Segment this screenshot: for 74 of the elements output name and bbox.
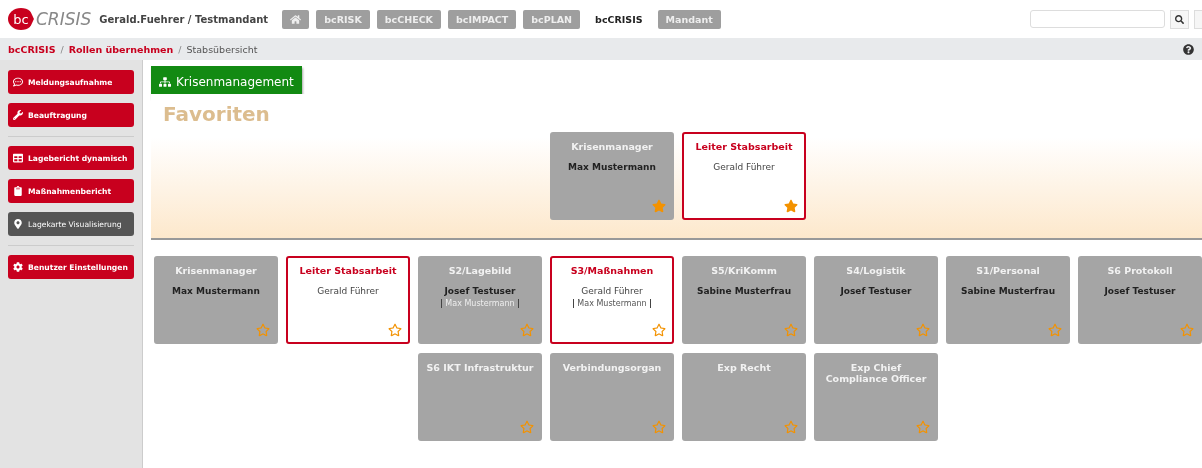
table-icon <box>13 153 23 163</box>
star-icon[interactable] <box>1180 323 1194 337</box>
role-title: Leiter Stabsarbeit <box>299 265 397 276</box>
help-icon[interactable] <box>1183 43 1194 55</box>
logo-text: CRISIS <box>36 9 92 29</box>
wrench-icon <box>13 110 23 120</box>
role-title: Exp Chief Compliance Officer <box>824 362 928 384</box>
star-icon[interactable] <box>784 420 798 434</box>
person-name: Gerald Führer <box>713 162 775 172</box>
breadcrumb-link[interactable]: bcCRISIS <box>8 43 56 55</box>
role-card[interactable]: S6 Protokoll Josef Testuser <box>1078 256 1202 344</box>
role-card[interactable]: Leiter Stabsarbeit Gerald Führer <box>286 256 410 344</box>
role-card[interactable]: S1/Personal Sabine Musterfrau <box>946 256 1070 344</box>
role-card[interactable]: S3/Maßnahmen Gerald Führer Max Mustermann <box>550 256 674 344</box>
star-icon[interactable] <box>520 420 534 434</box>
role-card[interactable]: Krisenmanager Max Mustermann <box>550 132 674 220</box>
comment-icon <box>13 77 23 87</box>
role-title: S1/Personal <box>976 265 1040 276</box>
breadcrumb-separator: / <box>60 43 64 55</box>
person-name: Gerald Führer <box>581 286 643 296</box>
sitemap-icon <box>159 76 171 88</box>
person-name: Sabine Musterfrau <box>960 286 1056 296</box>
gear-icon <box>13 262 23 272</box>
star-icon[interactable] <box>784 323 798 337</box>
person-name: Gerald Führer <box>317 286 379 296</box>
role-title: Exp Recht <box>717 362 771 373</box>
star-icon[interactable] <box>652 323 666 337</box>
nav-button[interactable]: bcCRISIS <box>587 9 651 29</box>
role-title: S4/Logistik <box>846 265 906 276</box>
map-pin-icon <box>13 219 23 229</box>
star-icon[interactable] <box>388 323 402 337</box>
role-card[interactable]: Krisenmanager Max Mustermann <box>154 256 278 344</box>
favorites-title: Favoriten <box>162 101 271 126</box>
star-icon[interactable] <box>652 420 666 434</box>
star-icon[interactable] <box>916 420 930 434</box>
role-title: S3/Maßnahmen <box>570 265 654 276</box>
deputy-name: Max Mustermann <box>441 299 519 308</box>
star-icon[interactable] <box>520 323 534 337</box>
star-icon[interactable] <box>784 199 798 213</box>
breadcrumb-separator: / <box>178 43 182 55</box>
user-name: Gerald.Fuehrer / Testmandant <box>99 13 270 25</box>
role-title: Verbindungsorgan <box>562 362 662 373</box>
role-card[interactable]: S4/Logistik Josef Testuser <box>814 256 938 344</box>
breadcrumb-link[interactable]: Rollen übernehmen <box>68 43 174 55</box>
clipboard-icon <box>13 186 23 196</box>
role-card[interactable]: S5/KriKomm Sabine Musterfrau <box>682 256 806 344</box>
star-icon[interactable] <box>916 323 930 337</box>
search-button[interactable] <box>1170 9 1189 29</box>
person-name: Josef Testuser <box>840 286 912 296</box>
home-button[interactable] <box>282 9 310 29</box>
role-title: Krisenmanager <box>175 265 257 276</box>
role-title: S6 IKT Infrastruktur <box>426 362 534 373</box>
breadcrumb-current: Stabsübersicht <box>186 43 258 55</box>
role-title: S2/Lagebild <box>448 265 512 276</box>
person-name: Josef Testuser <box>444 286 516 296</box>
logo-badge: bc <box>8 8 34 30</box>
person-name: Sabine Musterfrau <box>696 286 792 296</box>
person-name: Josef Testuser <box>1104 286 1176 296</box>
search-icon <box>1175 14 1184 24</box>
search-field[interactable] <box>1030 10 1165 28</box>
star-icon[interactable] <box>1048 323 1062 337</box>
role-title: S5/KriKomm <box>711 265 777 276</box>
star-icon[interactable] <box>256 323 270 337</box>
toolbar-button[interactable] <box>1194 9 1202 29</box>
person-name: Max Mustermann <box>172 286 260 296</box>
role-title: Leiter Stabsarbeit <box>695 141 793 152</box>
star-icon[interactable] <box>652 199 666 213</box>
role-title: S6 Protokoll <box>1107 265 1173 276</box>
deputy-name: Max Mustermann <box>573 299 651 308</box>
role-title: Krisenmanager <box>571 141 653 152</box>
role-card[interactable]: Leiter Stabsarbeit Gerald Führer <box>682 132 806 220</box>
role-card[interactable]: S2/Lagebild Josef Testuser Max Mustermann <box>418 256 542 344</box>
person-name: Max Mustermann <box>568 162 656 172</box>
home-icon <box>290 13 302 25</box>
